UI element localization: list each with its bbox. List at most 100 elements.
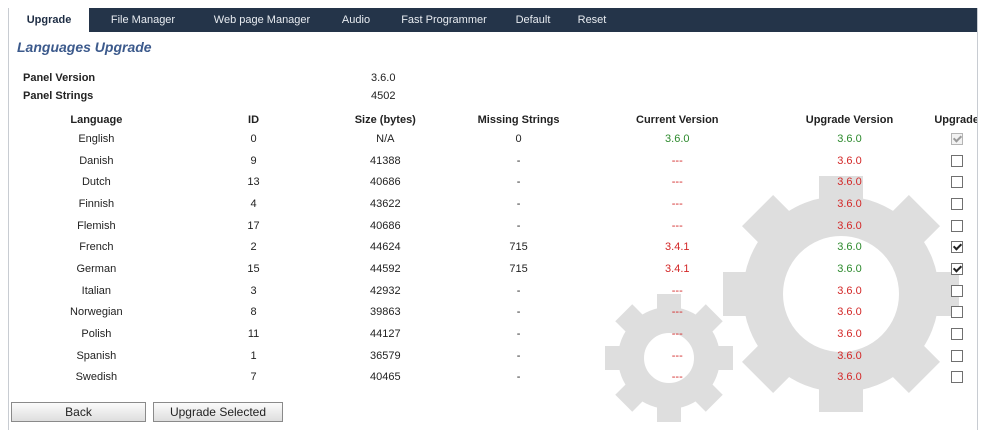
cell-upgrade: [934, 302, 977, 324]
cell-current-version: 3.4.1: [665, 262, 690, 275]
cell-current-version: ---: [671, 219, 683, 232]
cell-current-version: ---: [671, 154, 683, 167]
cell-missing-strings: -: [516, 349, 521, 362]
table-row: Italian 3 42932- --- 3.6.0: [9, 280, 977, 302]
upgrade-checkbox: [950, 132, 963, 145]
cell-upgrade: [934, 236, 977, 258]
cell-upgrade-version: 3.6.0: [837, 154, 862, 167]
cell-id: 1: [250, 349, 257, 362]
cell-upgrade-version: 3.6.0: [837, 241, 862, 254]
cell-current-version: ---: [671, 371, 683, 384]
cell-upgrade: [934, 367, 977, 389]
cell-current-version: ---: [671, 306, 683, 319]
cell-upgrade: [934, 150, 977, 172]
cell-upgrade: [934, 215, 977, 237]
cell-missing-strings: -: [516, 176, 521, 189]
cell-missing-strings: -: [516, 284, 521, 297]
cell-size: 43622: [370, 197, 401, 210]
upgrade-checkbox[interactable]: [950, 306, 963, 319]
cell-upgrade: [934, 280, 977, 302]
table-row: Dutch 13 40686- --- 3.6.0: [9, 171, 977, 193]
cell-current-version: ---: [671, 349, 683, 362]
cell-missing-strings: -: [516, 371, 521, 384]
upgrade-checkbox[interactable]: [950, 328, 963, 341]
cell-size: 44592: [370, 262, 401, 275]
table-row: German 15 44592 715 3.4.1 3.6.0: [9, 258, 977, 280]
cell-id: 11: [247, 328, 260, 341]
cell-size: 44624: [370, 241, 401, 254]
cell-language: Flemish: [77, 219, 116, 232]
header-size: Size (bytes): [354, 114, 416, 126]
cell-upgrade: [934, 323, 977, 345]
cell-missing-strings: -: [516, 197, 521, 210]
cell-language: Danish: [79, 154, 114, 167]
upgrade-page: Upgrade File Manager Web page Manager Au…: [8, 8, 978, 430]
cell-missing-strings: -: [516, 219, 521, 232]
cell-language: Spanish: [76, 349, 117, 362]
cell-id: 0: [250, 132, 257, 145]
tab-audio[interactable]: Audio: [327, 8, 385, 32]
upgrade-checkbox[interactable]: [950, 263, 963, 276]
upgrade-checkbox[interactable]: [950, 197, 963, 210]
upgrade-checkbox[interactable]: [950, 176, 963, 189]
back-button[interactable]: Back: [11, 402, 146, 422]
upgrade-checkbox[interactable]: [950, 371, 963, 384]
table-row: Polish 11 44127- --- 3.6.0: [9, 323, 977, 345]
cell-upgrade-version: 3.6.0: [837, 262, 862, 275]
cell-id: 3: [250, 284, 257, 297]
cell-upgrade-version: 3.6.0: [837, 349, 862, 362]
languages-table: Language ID Size (bytes) Missing Strings…: [9, 112, 977, 389]
cell-current-version: ---: [671, 197, 683, 210]
cell-missing-strings: -: [516, 154, 521, 167]
upgrade-selected-button[interactable]: Upgrade Selected: [153, 402, 283, 422]
cell-id: 8: [250, 306, 257, 319]
cell-id: 2: [250, 241, 257, 254]
cell-current-version: 3.6.0: [665, 132, 690, 145]
table-row: Spanish 1 36579- --- 3.6.0: [9, 345, 977, 367]
cell-language: Swedish: [75, 371, 118, 384]
cell-upgrade-version: 3.6.0: [837, 306, 862, 319]
cell-upgrade: [934, 258, 977, 280]
cell-language: Dutch: [81, 176, 111, 189]
upgrade-checkbox[interactable]: [950, 349, 963, 362]
cell-upgrade: [934, 193, 977, 215]
cell-id: 13: [247, 176, 260, 189]
tab-fast-programmer[interactable]: Fast Programmer: [385, 8, 503, 32]
table-row: English 0 N/A 0 3.6.0 3.6.0: [9, 128, 977, 150]
cell-current-version: ---: [671, 328, 683, 341]
upgrade-checkbox[interactable]: [950, 154, 963, 167]
cell-size: N/A: [376, 132, 395, 145]
cell-upgrade-version: 3.6.0: [837, 284, 862, 297]
cell-missing-strings: 715: [509, 241, 528, 254]
table-row: Norwegian 8 39863- --- 3.6.0: [9, 302, 977, 324]
cell-upgrade: [934, 345, 977, 367]
panel-strings-value: 4502: [371, 90, 396, 102]
tab-file-manager[interactable]: File Manager: [89, 8, 197, 32]
cell-language: Polish: [81, 328, 112, 341]
cell-language: Finnish: [78, 197, 115, 210]
header-language: Language: [70, 114, 123, 126]
cell-size: 40686: [370, 219, 401, 232]
cell-missing-strings: -: [516, 306, 521, 319]
tab-web-page-manager[interactable]: Web page Manager: [197, 8, 327, 32]
table-row: Finnish 4 43622- --- 3.6.0: [9, 193, 977, 215]
cell-id: 7: [250, 371, 257, 384]
page-title: Languages Upgrade: [17, 39, 152, 55]
cell-language: Italian: [81, 284, 112, 297]
cell-size: 40465: [370, 371, 401, 384]
table-header-row: Language ID Size (bytes) Missing Strings…: [9, 112, 977, 128]
panel-version-label: Panel Version: [23, 72, 96, 84]
tab-reset[interactable]: Reset: [563, 8, 621, 32]
cell-language: German: [76, 262, 117, 275]
cell-upgrade: [934, 128, 977, 150]
upgrade-checkbox[interactable]: [950, 241, 963, 254]
upgrade-checkbox[interactable]: [950, 219, 963, 232]
header-upgrade-version: Upgrade Version: [805, 114, 894, 126]
cell-current-version: 3.4.1: [665, 241, 690, 254]
cell-language: Norwegian: [70, 306, 123, 319]
header-id: ID: [248, 114, 260, 126]
cell-upgrade-version: 3.6.0: [837, 371, 862, 384]
tab-default[interactable]: Default: [503, 8, 563, 32]
tab-upgrade[interactable]: Upgrade: [9, 8, 89, 32]
upgrade-checkbox[interactable]: [950, 284, 963, 297]
